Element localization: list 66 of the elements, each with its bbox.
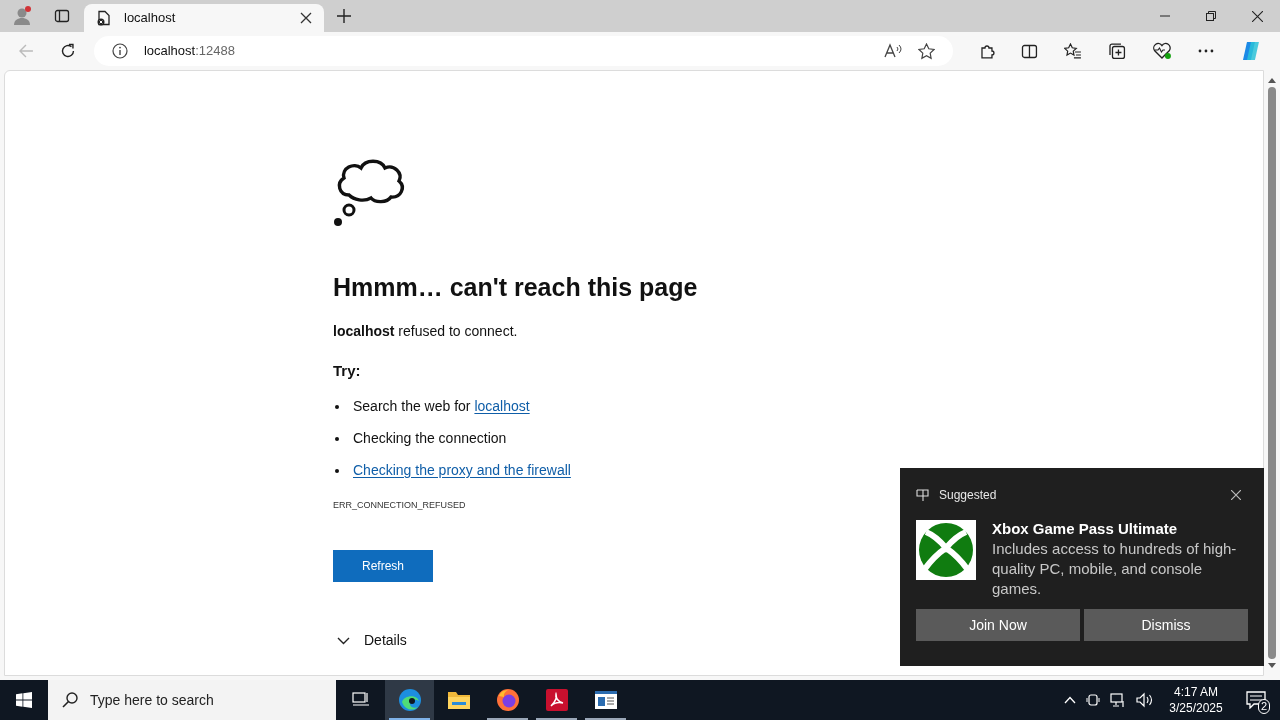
volume-icon[interactable]: [1136, 692, 1154, 708]
folder-icon: [446, 690, 471, 710]
url-text: localhost:12488: [143, 42, 236, 61]
error-message: localhost refused to connect.: [333, 322, 519, 341]
info-icon[interactable]: [111, 43, 128, 59]
close-tab-icon[interactable]: [300, 12, 312, 24]
heart-pulse-icon[interactable]: [1152, 42, 1173, 60]
close-icon[interactable]: [1231, 490, 1241, 500]
browser-tab[interactable]: localhost: [84, 4, 324, 32]
tab-actions-icon[interactable]: [54, 8, 70, 24]
notification-header: Suggested: [939, 487, 998, 504]
windows-start-icon[interactable]: [16, 692, 32, 708]
app-window-icon: [593, 690, 618, 710]
browser-swirl-icon: [397, 688, 422, 712]
chevron-down-icon[interactable]: [337, 636, 350, 645]
notification-button[interactable]: Dismiss: [1084, 609, 1248, 641]
clock-date[interactable]: 3/25/2025: [1169, 700, 1223, 716]
fox-globe-icon: [495, 688, 520, 712]
task-view-icon: [351, 692, 370, 708]
pdf-document-icon: [544, 688, 569, 712]
error-heading: Hmmm… can't reach this page: [333, 272, 699, 303]
copilot-icon[interactable]: [1240, 40, 1262, 62]
notification-count-badge: 2: [1257, 699, 1270, 714]
error-code: ERR_CONNECTION_REFUSED: [333, 498, 467, 512]
network-icon[interactable]: [1110, 692, 1126, 708]
taskbar-search-field[interactable]: Type here to search: [48, 680, 336, 720]
notification-button[interactable]: Join Now: [916, 609, 1080, 641]
bullet-icon: [335, 436, 339, 441]
tab-title: localhost: [124, 9, 177, 28]
chat-icon: [1246, 691, 1266, 709]
action-center-button[interactable]: 2: [1238, 680, 1274, 720]
close-icon[interactable]: [1251, 10, 1263, 22]
chevron-up-icon[interactable]: [1064, 696, 1076, 704]
device-icon[interactable]: [1086, 692, 1100, 708]
restore-icon[interactable]: [1206, 11, 1216, 21]
suggestion-text: Checking the connection: [353, 429, 507, 448]
more-icon[interactable]: [1198, 49, 1215, 53]
profile-icon[interactable]: [12, 6, 32, 26]
reload-icon[interactable]: [59, 43, 76, 59]
search-placeholder: Type here to search: [90, 690, 214, 710]
try-label: Try:: [333, 361, 362, 381]
search-link[interactable]: localhost: [474, 398, 530, 414]
page-error-icon: [96, 10, 112, 26]
split-screen-icon[interactable]: [1021, 42, 1039, 60]
search-icon: [62, 692, 78, 708]
app-grid-icon: [916, 488, 929, 502]
scroll-down-icon[interactable]: [1268, 663, 1276, 668]
details-toggle[interactable]: Details: [364, 630, 407, 651]
favorites-icon[interactable]: [1064, 42, 1083, 60]
new-tab-icon[interactable]: [337, 9, 351, 23]
bullet-icon: [335, 404, 339, 409]
extensions-icon[interactable]: [978, 42, 996, 60]
notification-title: Xbox Game Pass Ultimate: [992, 520, 1179, 538]
suggestion-link[interactable]: Checking the proxy and the firewall: [353, 460, 571, 481]
read-aloud-icon[interactable]: [883, 43, 902, 59]
clock-time[interactable]: 4:17 AM: [1174, 684, 1218, 700]
xbox-logo-icon: [916, 520, 976, 580]
address-bar[interactable]: localhost:12488: [93, 36, 953, 66]
taskbar-app-button[interactable]: [385, 680, 434, 720]
collections-icon[interactable]: [1108, 42, 1127, 60]
bullet-icon: [335, 468, 339, 473]
refresh-button[interactable]: Refresh: [333, 550, 433, 582]
suggestion-text: Search the web for localhost: [353, 397, 530, 416]
notification-body: Includes access to hundreds of high-quality PC, mobile, and console games.: [992, 539, 1238, 599]
favorite-star-icon[interactable]: [917, 42, 935, 60]
scroll-up-icon[interactable]: [1268, 78, 1276, 83]
